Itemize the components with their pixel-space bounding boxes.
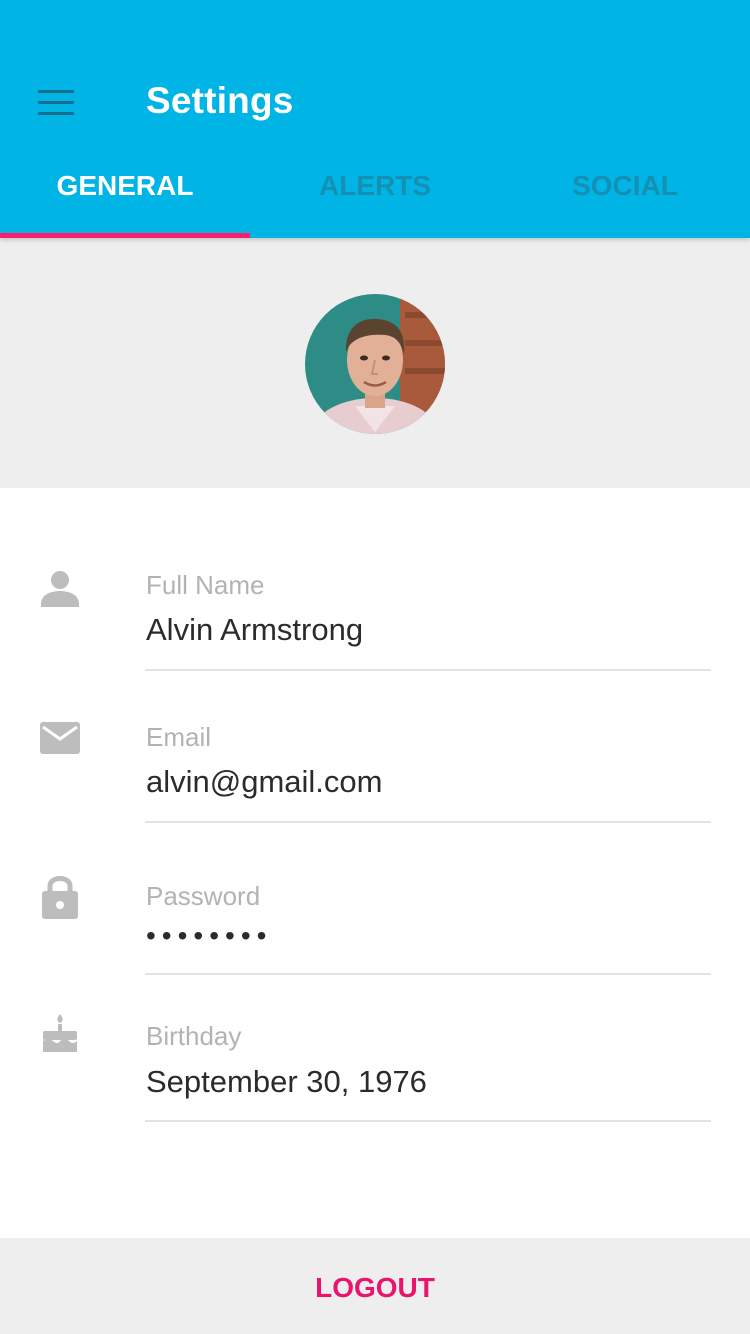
password-label: Password bbox=[146, 881, 261, 911]
page-title: Settings bbox=[146, 80, 294, 121]
cake-icon bbox=[38, 1010, 82, 1054]
lock-icon bbox=[38, 872, 82, 919]
birthday-value[interactable]: September 30, 1976 bbox=[146, 1064, 427, 1100]
tab-alerts-label: ALERTS bbox=[319, 170, 431, 201]
tab-alerts[interactable]: ALERTS bbox=[250, 160, 500, 238]
footer-bar: LOGOUT bbox=[0, 1238, 750, 1334]
profile-header bbox=[0, 238, 750, 488]
avatar[interactable] bbox=[305, 294, 445, 434]
tab-bar: GENERAL ALERTS SOCIAL bbox=[0, 160, 750, 238]
tab-social[interactable]: SOCIAL bbox=[500, 160, 750, 238]
mail-icon bbox=[38, 716, 82, 760]
logout-button[interactable]: LOGOUT bbox=[315, 1272, 435, 1304]
full-name-label: Full Name bbox=[146, 570, 265, 600]
tab-general-label: GENERAL bbox=[56, 170, 194, 201]
active-tab-indicator bbox=[0, 233, 250, 238]
full-name-value[interactable]: Alvin Armstrong bbox=[146, 612, 363, 648]
email-underline bbox=[145, 821, 711, 823]
email-label: Email bbox=[146, 722, 212, 752]
birthday-label: Birthday bbox=[146, 1021, 242, 1051]
tab-social-label: SOCIAL bbox=[572, 170, 678, 201]
tab-general[interactable]: GENERAL bbox=[0, 160, 250, 238]
birthday-underline bbox=[145, 1120, 711, 1122]
app-bar: Settings GENERAL ALERTS SOCIAL bbox=[0, 0, 750, 238]
hamburger-menu-icon[interactable] bbox=[38, 90, 74, 116]
person-icon bbox=[38, 566, 82, 610]
full-name-underline bbox=[145, 669, 711, 671]
email-value[interactable]: alvin@gmail.com bbox=[146, 764, 382, 800]
password-underline bbox=[145, 973, 711, 975]
password-value[interactable]: •••••••• bbox=[146, 920, 272, 952]
